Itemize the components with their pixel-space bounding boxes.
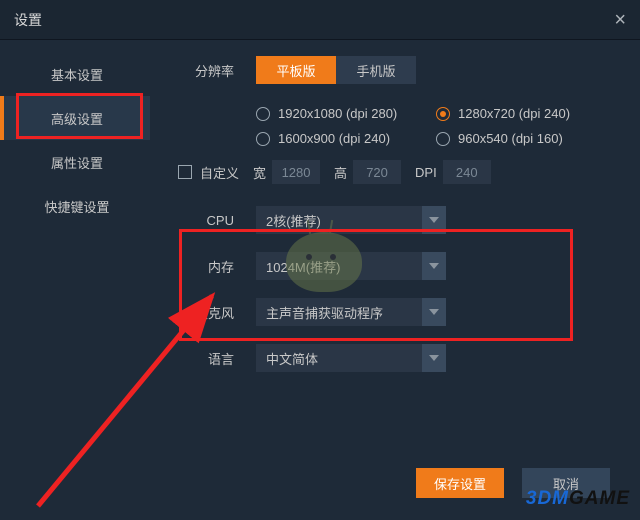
watermark-part-b: GAME <box>569 488 630 509</box>
save-button[interactable]: 保存设置 <box>416 468 504 498</box>
radio-label: 1600x900 (dpi 240) <box>278 131 390 146</box>
height-input[interactable] <box>353 160 401 184</box>
radio-label: 1280x720 (dpi 240) <box>458 106 570 121</box>
radio-icon <box>256 132 270 146</box>
mic-select-value: 主声音捕获驱动程序 <box>266 303 383 322</box>
resolution-radio-group: 1920x1080 (dpi 280) 1280x720 (dpi 240) 1… <box>256 106 616 146</box>
tab-phone[interactable]: 手机版 <box>336 56 416 84</box>
radio-icon <box>436 107 450 121</box>
width-label: 宽 <box>253 163 266 182</box>
main-panel: 分辨率 平板版 手机版 1920x1080 (dpi 280) 1280x720… <box>150 40 640 520</box>
cpu-select-value: 2核(推荐) <box>266 211 321 230</box>
mic-select[interactable]: 主声音捕获驱动程序 <box>256 298 446 326</box>
close-icon[interactable]: × <box>614 10 626 30</box>
window-title: 设置 <box>14 10 42 30</box>
radio-1920x1080[interactable]: 1920x1080 (dpi 280) <box>256 106 426 121</box>
sidebar-item-shortcuts[interactable]: 快捷键设置 <box>0 184 150 228</box>
radio-label: 960x540 (dpi 160) <box>458 131 563 146</box>
dpi-label: DPI <box>415 165 437 180</box>
chevron-down-icon <box>422 252 446 280</box>
radio-icon <box>256 107 270 121</box>
tab-tablet[interactable]: 平板版 <box>256 56 336 84</box>
memory-select[interactable]: 1024M(推荐) <box>256 252 446 280</box>
memory-select-value: 1024M(推荐) <box>266 257 340 276</box>
memory-label: 内存 <box>178 257 234 276</box>
mic-label: 麦克风 <box>178 303 234 322</box>
lang-select[interactable]: 中文简体 <box>256 344 446 372</box>
cpu-select[interactable]: 2核(推荐) <box>256 206 446 234</box>
radio-960x540[interactable]: 960x540 (dpi 160) <box>436 131 606 146</box>
sidebar: 基本设置 高级设置 属性设置 快捷键设置 <box>0 40 150 520</box>
resolution-mode-segmented: 平板版 手机版 <box>256 56 416 84</box>
title-bar: 设置 × <box>0 0 640 40</box>
watermark: 3DMGAME <box>526 488 630 510</box>
radio-label: 1920x1080 (dpi 280) <box>278 106 397 121</box>
watermark-part-a: 3DM <box>526 488 569 509</box>
radio-icon <box>436 132 450 146</box>
sidebar-item-attributes[interactable]: 属性设置 <box>0 140 150 184</box>
sidebar-item-basic[interactable]: 基本设置 <box>0 52 150 96</box>
sidebar-item-advanced[interactable]: 高级设置 <box>0 96 150 140</box>
chevron-down-icon <box>422 344 446 372</box>
custom-resolution-row: 自定义 宽 高 DPI <box>178 160 616 184</box>
radio-1280x720[interactable]: 1280x720 (dpi 240) <box>436 106 606 121</box>
custom-label: 自定义 <box>200 163 239 182</box>
radio-1600x900[interactable]: 1600x900 (dpi 240) <box>256 131 426 146</box>
width-input[interactable] <box>272 160 320 184</box>
resolution-label: 分辨率 <box>178 61 234 80</box>
chevron-down-icon <box>422 298 446 326</box>
chevron-down-icon <box>422 206 446 234</box>
lang-select-value: 中文简体 <box>266 349 318 368</box>
custom-checkbox[interactable] <box>178 165 192 179</box>
lang-label: 语言 <box>178 349 234 368</box>
dpi-input[interactable] <box>443 160 491 184</box>
height-label: 高 <box>334 163 347 182</box>
cpu-label: CPU <box>178 213 234 228</box>
